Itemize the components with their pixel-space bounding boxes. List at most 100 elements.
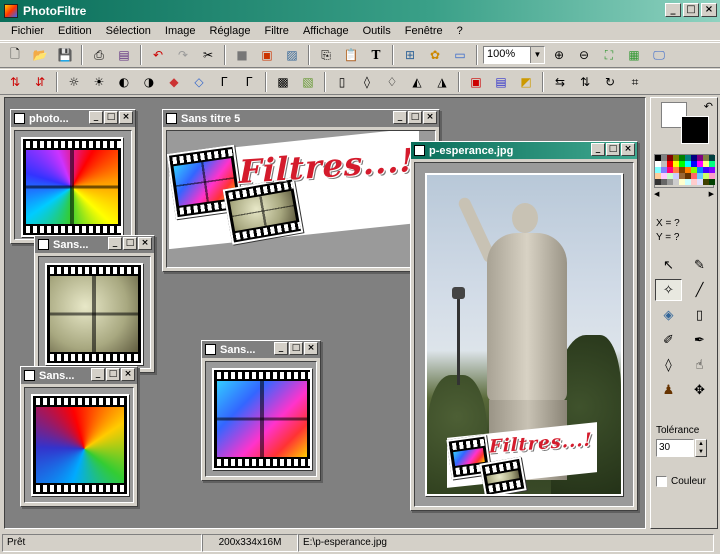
maximize-button[interactable]: □ xyxy=(606,143,620,156)
blur-icon[interactable]: ◊ xyxy=(356,72,378,93)
menu-fichier[interactable]: Fichier xyxy=(4,25,51,37)
resize-icon[interactable]: ⊞ xyxy=(399,45,421,66)
saturation-plus-icon[interactable]: ◆ xyxy=(163,72,185,93)
chevron-left-icon[interactable]: ◀ xyxy=(654,190,659,200)
print-icon[interactable]: ⎙ xyxy=(88,45,110,66)
menu-selection[interactable]: Sélection xyxy=(99,25,158,37)
close-button[interactable]: × xyxy=(119,111,133,124)
open-folder-icon[interactable]: 📂 xyxy=(29,45,51,66)
rotate-icon[interactable]: ↻ xyxy=(599,72,621,93)
colors-icon[interactable]: ▣ xyxy=(256,45,278,66)
tolerance-spinner[interactable]: ▲ ▼ xyxy=(695,439,707,457)
menu-fenetre[interactable]: Fenêtre xyxy=(398,25,450,37)
window-titlebar[interactable]: Sans titre 5 _ □ × xyxy=(163,110,439,127)
color-cell[interactable] xyxy=(709,179,715,185)
minimize-button[interactable]: _ xyxy=(393,111,407,124)
maximize-button[interactable]: □ xyxy=(104,111,118,124)
menu-edition[interactable]: Edition xyxy=(51,25,99,37)
smooth-icon[interactable]: ◮ xyxy=(431,72,453,93)
minimize-button[interactable]: _ xyxy=(89,111,103,124)
image-canvas[interactable] xyxy=(205,361,317,477)
menu-reglage[interactable]: Réglage xyxy=(203,25,258,37)
cut-icon[interactable]: ✂ xyxy=(197,45,219,66)
fit-image-icon[interactable]: ⛶ xyxy=(598,45,620,66)
image-window-3[interactable]: Sans... _ □ × xyxy=(34,235,155,373)
image-window-5[interactable]: Sans... _ □ × xyxy=(201,340,321,481)
flip-vertical-icon[interactable]: ⇅ xyxy=(574,72,596,93)
palette-scroller[interactable]: ◀ ▶ xyxy=(654,190,714,200)
pen-icon[interactable]: ✒ xyxy=(686,329,713,351)
maximize-button[interactable]: □ xyxy=(289,342,303,355)
selection-arrow-icon[interactable]: ↖ xyxy=(655,254,682,276)
window-titlebar[interactable]: Sans... _ □ × xyxy=(21,367,137,384)
close-button[interactable]: × xyxy=(121,368,135,381)
auto-contrast-icon[interactable]: ⇵ xyxy=(29,72,51,93)
spray-icon[interactable]: ▯ xyxy=(686,304,713,326)
minimize-button[interactable]: _ xyxy=(108,237,122,250)
zoom-out-icon[interactable]: ⊖ xyxy=(573,45,595,66)
couleur-checkbox[interactable] xyxy=(656,476,667,487)
chevron-down-icon[interactable]: ▼ xyxy=(530,47,544,63)
window-titlebar[interactable]: p-esperance.jpg _ □ × xyxy=(411,142,637,159)
image-canvas[interactable] xyxy=(38,256,151,369)
texture-icon[interactable]: ▧ xyxy=(297,72,319,93)
save-icon[interactable]: 💾 xyxy=(54,45,76,66)
minimize-button[interactable]: _ xyxy=(591,143,605,156)
close-button[interactable]: × xyxy=(138,237,152,250)
contrast-minus-icon[interactable]: ◑ xyxy=(138,72,160,93)
flip-horizontal-icon[interactable]: ⇆ xyxy=(549,72,571,93)
line-icon[interactable]: ╱ xyxy=(686,279,713,301)
close-button[interactable]: × xyxy=(621,143,635,156)
stamp-icon[interactable]: ♟ xyxy=(655,379,682,401)
maximize-button[interactable]: □ xyxy=(408,111,422,124)
pan-icon[interactable]: ✥ xyxy=(686,379,713,401)
hue-icon[interactable]: ▤ xyxy=(490,72,512,93)
tolerance-input[interactable]: 30 xyxy=(656,439,694,457)
brightness-plus-icon[interactable]: ☼ xyxy=(63,72,85,93)
magic-wand-icon[interactable]: ✧ xyxy=(655,279,682,301)
rgb-icon[interactable]: ▣ xyxy=(465,72,487,93)
minimize-button[interactable]: _ xyxy=(91,368,105,381)
redo-icon[interactable]: ↷ xyxy=(172,45,194,66)
negative-icon[interactable]: ◩ xyxy=(515,72,537,93)
gamma-plus-icon[interactable]: Γ xyxy=(213,72,235,93)
close-button[interactable]: × xyxy=(304,342,318,355)
window-titlebar[interactable]: Sans... _ □ × xyxy=(35,236,154,253)
minimize-button[interactable]: _ xyxy=(665,3,681,17)
foreground-color-swatch[interactable] xyxy=(681,116,709,144)
menu-help[interactable]: ? xyxy=(450,25,470,37)
copy-icon[interactable]: ⎘ xyxy=(315,45,337,66)
image-canvas[interactable] xyxy=(14,130,132,240)
close-button[interactable]: × xyxy=(423,111,437,124)
scan-icon[interactable]: ▤ xyxy=(113,45,135,66)
saturation-minus-icon[interactable]: ◇ xyxy=(188,72,210,93)
image-canvas[interactable]: Filtres...! xyxy=(414,162,634,507)
grayscale-icon[interactable]: ■ xyxy=(231,45,253,66)
color-palette-grid[interactable] xyxy=(654,154,715,188)
auto-levels-icon[interactable]: ⇅ xyxy=(4,72,26,93)
paste-icon[interactable]: 📋 xyxy=(340,45,362,66)
couleur-option[interactable]: Couleur xyxy=(656,476,706,487)
gamma-minus-icon[interactable]: Γ xyxy=(238,72,260,93)
close-button[interactable]: × xyxy=(701,3,717,17)
image-icon[interactable]: ▨ xyxy=(281,45,303,66)
chevron-right-icon[interactable]: ▶ xyxy=(709,190,714,200)
window-titlebar[interactable]: Sans... _ □ × xyxy=(202,341,320,358)
maximize-button[interactable]: □ xyxy=(683,3,699,17)
grid-icon[interactable]: ▩ xyxy=(272,72,294,93)
brightness-minus-icon[interactable]: ☀ xyxy=(88,72,110,93)
image-window-esperance[interactable]: p-esperance.jpg _ □ × Filtres...! xyxy=(410,141,638,511)
screen-icon[interactable]: 🖵 xyxy=(648,45,670,66)
minimize-button[interactable]: _ xyxy=(274,342,288,355)
menu-filtre[interactable]: Filtre xyxy=(257,25,295,37)
blur-drop-icon[interactable]: ◊ xyxy=(655,354,682,376)
undo-icon[interactable]: ↶ xyxy=(147,45,169,66)
eyedropper-icon[interactable]: ✎ xyxy=(686,254,713,276)
contrast-plus-icon[interactable]: ◐ xyxy=(113,72,135,93)
brush-icon[interactable]: ✐ xyxy=(655,329,682,351)
image-canvas[interactable] xyxy=(24,387,134,503)
new-file-icon[interactable]: 🗋 xyxy=(4,45,26,66)
image-window-1[interactable]: photo... _ □ × xyxy=(10,109,136,244)
full-view-icon[interactable]: ▦ xyxy=(623,45,645,66)
text-icon[interactable]: T xyxy=(365,45,387,66)
